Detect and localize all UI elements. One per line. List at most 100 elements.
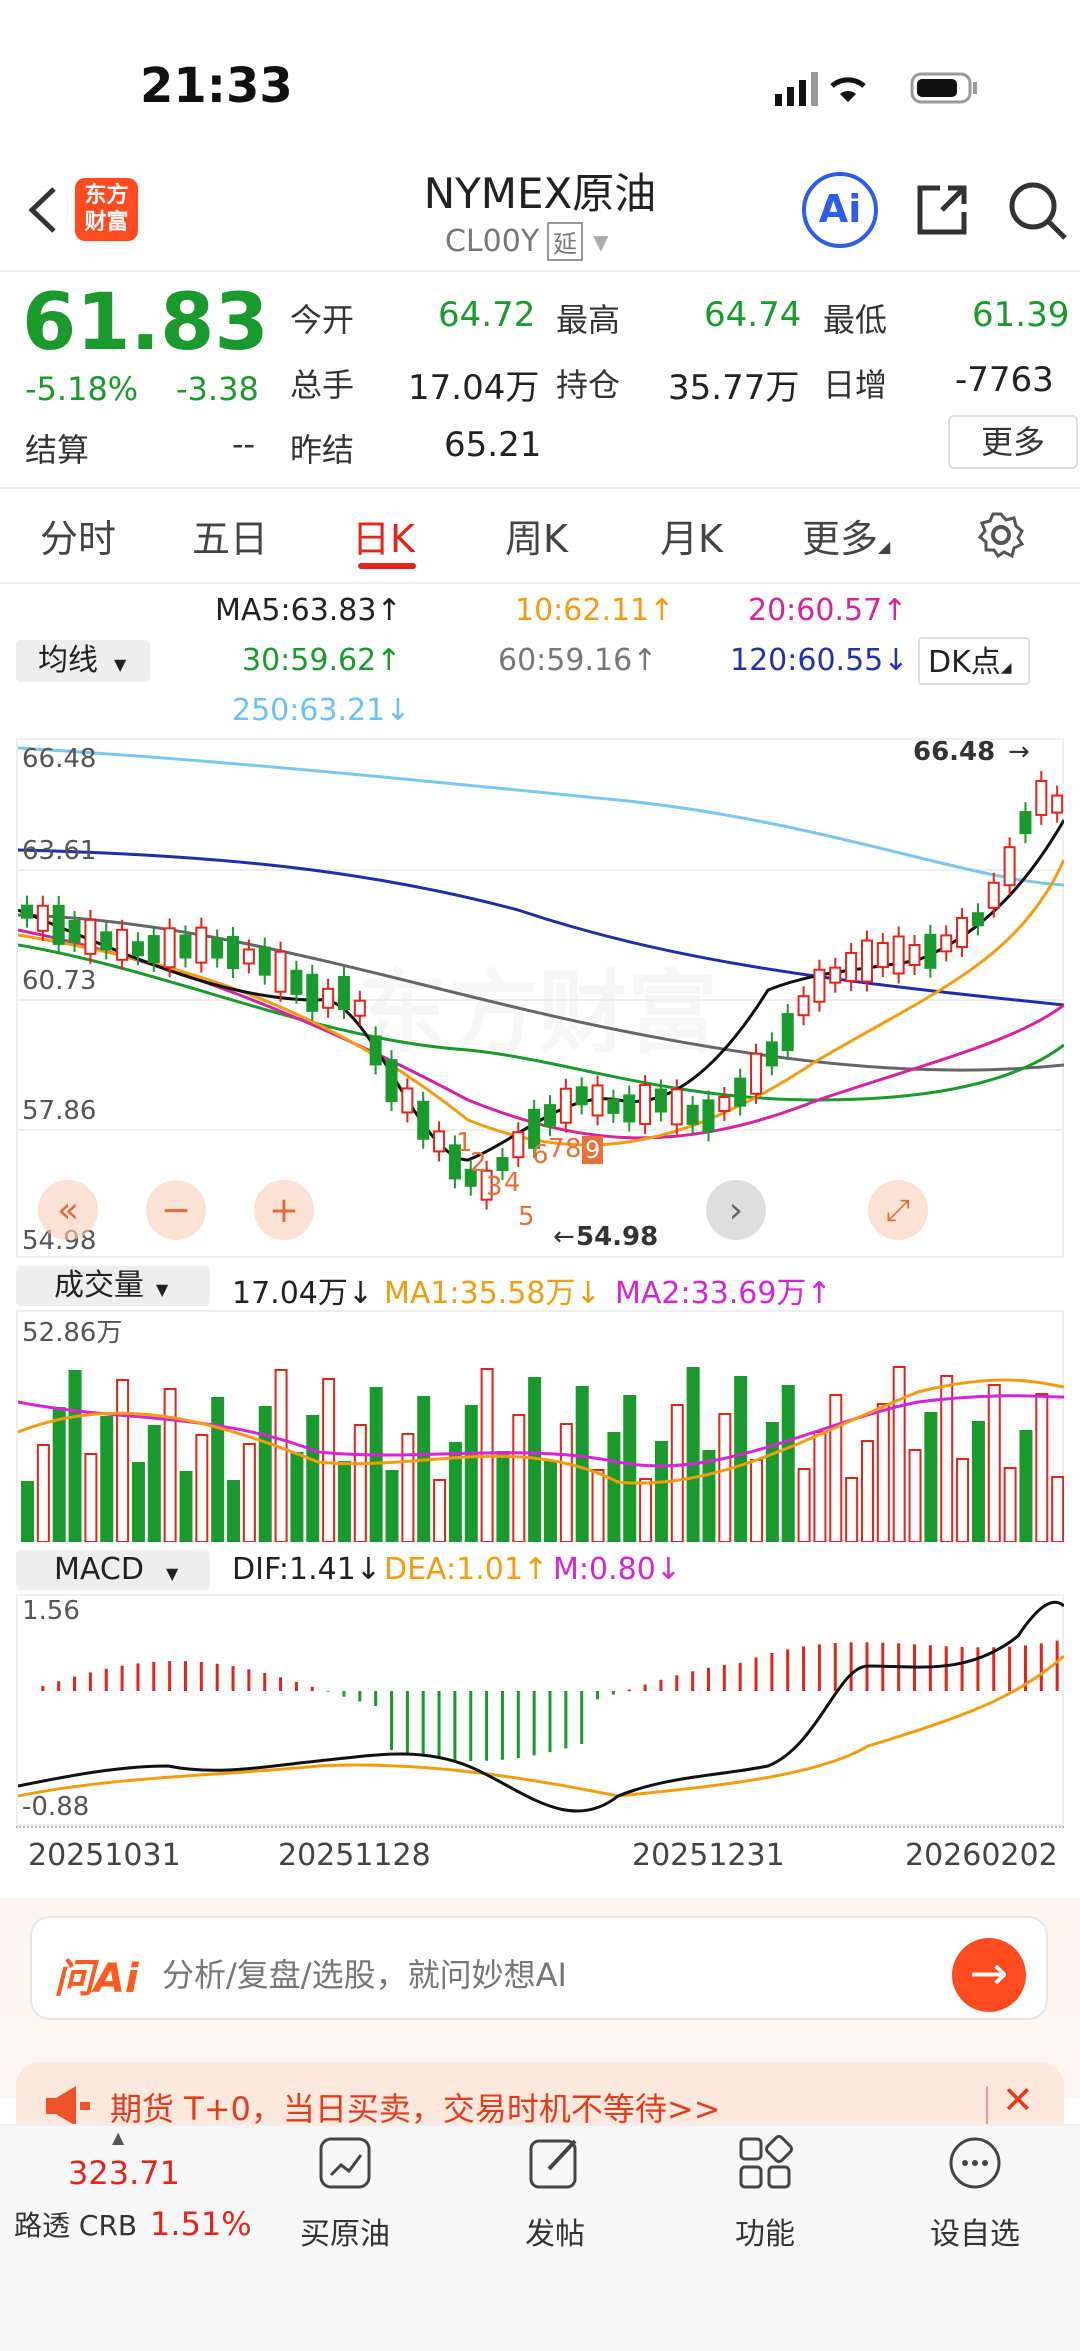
ai-button[interactable]: Ai [802, 172, 878, 248]
nav-add-watchlist[interactable]: 设自选 [900, 2135, 1050, 2253]
open-label: 今开 [290, 301, 355, 339]
ma5-text: MA5:63.83 [215, 593, 377, 628]
more-quote-button[interactable]: 更多 [948, 415, 1078, 469]
settle-value: -- [232, 425, 256, 463]
tab-weekly-k[interactable]: 周K [505, 508, 568, 563]
volume-ma1-text: MA1:35.58万 [384, 1276, 576, 1311]
candle-body [131, 941, 144, 957]
dk-label: DK点 [928, 645, 1001, 680]
volume-bar [1019, 1430, 1033, 1542]
ma60-value: 60:59.16↑ [498, 643, 658, 678]
low-value: 61.39 [972, 295, 1070, 335]
volume-bar [908, 1449, 922, 1542]
fullscreen-button[interactable]: ⤢ [868, 1180, 928, 1240]
tab-five-day[interactable]: 五日 [192, 508, 268, 563]
candle-body [860, 939, 873, 983]
zoom-in-button[interactable]: + [254, 1180, 314, 1240]
volume-bar [195, 1434, 209, 1542]
volume-bar [147, 1425, 161, 1542]
macd-max-label: 1.56 [22, 1596, 80, 1626]
chevron-down-icon: ▼ [593, 229, 609, 254]
search-button[interactable] [1005, 178, 1069, 246]
nav-functions-label: 功能 [735, 2217, 795, 2252]
volume-bar [1035, 1393, 1049, 1542]
ask-ai-submit-button[interactable]: → [952, 1938, 1026, 2012]
crb-index-widget[interactable]: ▲ 323.71 路透 CRB 1.51% [0, 2128, 252, 2258]
daily-inc-value: -7763 [955, 360, 1054, 400]
ma120-text: 120:60.55 [730, 643, 884, 678]
candle-body [21, 904, 33, 919]
candle-body [195, 926, 208, 964]
candle-body [147, 935, 160, 964]
kline-chart[interactable]: 东方财富 66.48 → 54.98 ← 66.48 63.61 60.73 5… [16, 738, 1064, 1258]
volume-bar [591, 1469, 605, 1542]
dif-text: DIF:1.41 [232, 1552, 356, 1587]
close-icon: ✕ [1002, 2078, 1034, 2122]
banner-divider [986, 2086, 988, 2126]
volume-ma2: MA2:33.69万↑ [615, 1276, 832, 1311]
volume-bar [68, 1370, 82, 1542]
volume-bar [179, 1471, 193, 1542]
zoom-out-button[interactable]: − [146, 1180, 206, 1240]
volume-bar [765, 1422, 779, 1542]
volume-chart[interactable]: 52.86万 [16, 1310, 1064, 1542]
volume-bar [892, 1366, 906, 1542]
candle-body [924, 933, 937, 969]
tab-intraday[interactable]: 分时 [40, 508, 116, 563]
ma-selector[interactable]: 均线 ▼ [16, 640, 150, 682]
m-text: M:0.80 [553, 1552, 656, 1587]
code-text: CL00Y [445, 224, 540, 259]
high-value: 64.74 [704, 295, 802, 335]
share-icon [917, 185, 967, 235]
nav-post[interactable]: 发帖 [480, 2135, 630, 2253]
volume-bar [623, 1395, 637, 1542]
candle-body [385, 1059, 398, 1103]
dif-line [18, 1600, 1064, 1813]
more-dots-icon [949, 2137, 1001, 2189]
dk-point-button[interactable]: DK点◢ [918, 637, 1030, 685]
candle-body [1019, 811, 1032, 835]
ma10-text: 10:62.11 [515, 593, 650, 628]
nav-functions[interactable]: 功能 [690, 2135, 840, 2253]
tab-monthly-k[interactable]: 月K [660, 508, 723, 563]
candle-body [353, 999, 366, 1017]
scroll-right-button[interactable]: › [706, 1180, 766, 1240]
tab-more[interactable]: 更多◢ [802, 508, 890, 563]
nav-buy-crude[interactable]: 买原油 [270, 2135, 420, 2253]
seq-label: 9 [582, 1136, 604, 1164]
nav-post-label: 发帖 [525, 2217, 585, 2252]
candle-body [607, 1098, 620, 1114]
arrow-right-icon: → [969, 1946, 1009, 2000]
nav-add-watchlist-label: 设自选 [930, 2217, 1020, 2252]
banner-close-button[interactable]: ✕ [1002, 2078, 1034, 2122]
volume-selector[interactable]: 成交量 ▼ [16, 1266, 210, 1306]
volume-bar [52, 1407, 66, 1542]
y-label: 63.61 [22, 836, 97, 866]
chart-settings-button[interactable] [976, 510, 1026, 564]
share-button[interactable] [912, 180, 972, 244]
ask-ai-placeholder: 分析/复盘/选股，就问妙想AI [162, 1956, 567, 1994]
expand-icon: ⤢ [886, 1192, 910, 1228]
contract-code[interactable]: CL00Y 延 ▼ [445, 222, 609, 261]
y-label: 57.86 [22, 1096, 97, 1126]
candle-body [940, 934, 953, 953]
ask-ai-input[interactable]: 问Ai 分析/复盘/选股，就问妙想AI → [30, 1916, 1048, 2020]
volume-bar [544, 1460, 557, 1542]
ma20-text: 20:60.57 [748, 593, 883, 628]
ma10-line [18, 859, 1064, 1147]
volume-bar [290, 1452, 304, 1542]
chevron-right-icon: › [728, 1189, 744, 1231]
scroll-left-button[interactable]: « [38, 1180, 98, 1240]
macd-min-label: -0.88 [22, 1792, 90, 1822]
candle-body [116, 928, 129, 961]
tab-daily-k[interactable]: 日K [352, 508, 415, 563]
candle-body [813, 968, 826, 1003]
volume-bar [100, 1416, 114, 1542]
volume-bar [337, 1461, 351, 1542]
macd-chart[interactable]: 1.56 -0.88 [16, 1594, 1064, 1826]
volume-bar [496, 1451, 510, 1542]
high-label: 最高 [556, 301, 621, 339]
macd-selector[interactable]: MACD ▼ [16, 1550, 210, 1590]
tabs-divider [0, 582, 1080, 584]
candle-body [908, 944, 921, 966]
